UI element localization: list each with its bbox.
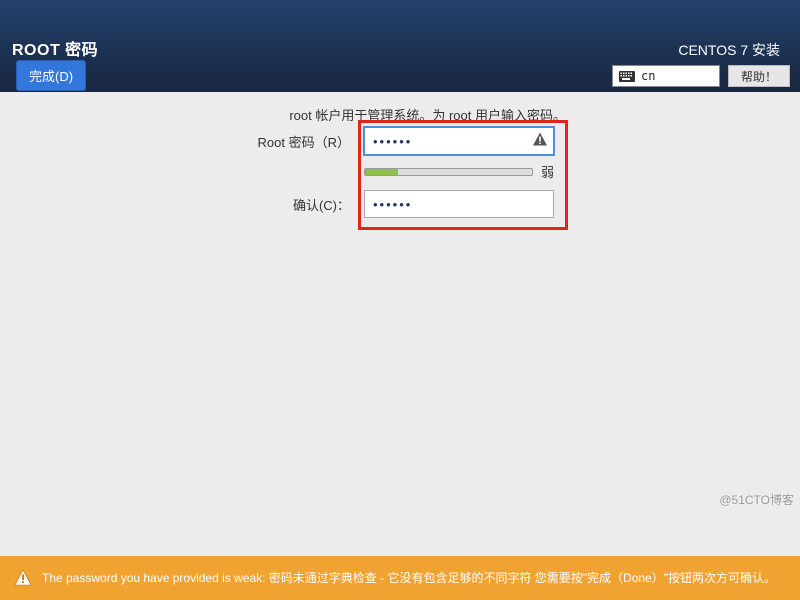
confirm-password-label: 确认(C)：	[244, 195, 364, 214]
password-strength-meter	[364, 168, 533, 176]
keyboard-icon	[619, 71, 635, 82]
help-button[interactable]: 帮助！	[728, 65, 790, 87]
warning-footer: The password you have provided is weak: …	[0, 556, 800, 600]
warning-message: The password you have provided is weak: …	[42, 570, 786, 586]
warning-icon	[532, 132, 548, 151]
confirm-password-row: 确认(C)：	[244, 189, 554, 219]
product-title: CENTOS 7 安装	[678, 40, 780, 60]
installer-header: ROOT 密码 完成(D) CENTOS 7 安装 cn 帮助！	[0, 0, 800, 92]
watermark-text: @51CTO博客	[719, 491, 794, 508]
password-strength-label: 弱	[541, 162, 554, 181]
root-password-label: Root 密码（R）	[244, 132, 364, 151]
root-password-row: Root 密码（R）	[244, 126, 554, 156]
confirm-password-input[interactable]	[364, 190, 554, 218]
keyboard-layout-selector[interactable]: cn	[612, 65, 720, 87]
password-strength-row: 弱	[364, 162, 554, 181]
keyboard-layout-code: cn	[641, 69, 655, 83]
root-password-input[interactable]	[364, 127, 554, 155]
done-button[interactable]: 完成(D)	[16, 60, 86, 91]
page-title: ROOT 密码	[12, 36, 98, 60]
password-form: Root 密码（R） 弱 确认(C)：	[244, 126, 554, 221]
main-content: root 帐户用于管理系统。为 root 用户输入密码。 Root 密码（R） …	[0, 92, 800, 556]
alert-icon	[14, 569, 32, 587]
instruction-text: root 帐户用于管理系统。为 root 用户输入密码。	[289, 105, 566, 124]
